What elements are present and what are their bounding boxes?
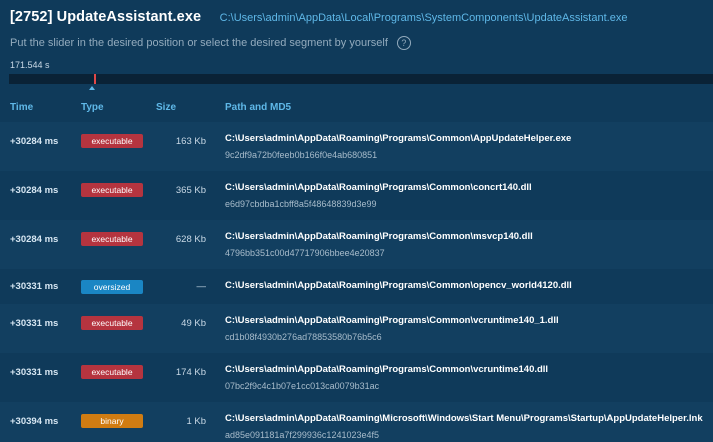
column-header-path[interactable]: Path and MD5: [225, 102, 291, 113]
header: [2752] UpdateAssistant.exe C:\Users\admi…: [10, 8, 707, 30]
row-size: 49 Kb: [181, 318, 206, 329]
row-path: C:\Users\admin\AppData\Roaming\Programs\…: [225, 133, 572, 144]
table-row[interactable]: +30331 ms executable 49 Kb C:\Users\admin\A…: [0, 304, 713, 353]
row-time: +30331 ms: [10, 318, 59, 329]
table-row[interactable]: +30284 ms executable 163 Kb C:\Users\admin\…: [0, 122, 713, 171]
row-size: 628 Kb: [175, 234, 206, 245]
slider-hint: Put the slider in the desired position o…: [10, 36, 411, 50]
row-md5: 07bc2f9c4c1b07e1cc013ca0079b31ac: [225, 381, 380, 391]
type-badge: oversized: [81, 280, 143, 294]
slider-hint-text: Put the slider in the desired position o…: [10, 37, 388, 49]
type-badge: binary: [81, 414, 143, 428]
type-badge: executable: [81, 183, 143, 197]
table-row[interactable]: +30331 ms executable 174 Kb C:\Users\admin\…: [0, 353, 713, 402]
column-header-type[interactable]: Type: [81, 102, 104, 113]
table-row[interactable]: +30331 ms oversized — C:\Users\admin\AppDat…: [0, 269, 713, 304]
timeline-caret-icon[interactable]: [89, 86, 95, 90]
row-md5: 9c2df9a72b0feeb0b166f0e4ab680851: [225, 150, 378, 160]
column-header-size[interactable]: Size: [156, 102, 176, 113]
row-time: +30394 ms: [10, 416, 59, 427]
row-size: 174 Kb: [175, 367, 206, 378]
type-badge: executable: [81, 232, 143, 246]
row-path: C:\Users\admin\AppData\Roaming\Microsoft…: [225, 413, 703, 424]
timeline-duration-label: 171.544 s: [10, 60, 50, 70]
process-path-link[interactable]: C:\Users\admin\AppData\Local\Programs\Sy…: [220, 12, 628, 24]
row-size: 365 Kb: [175, 185, 206, 196]
row-md5: 4796bb351c00d47717906bbee4e20837: [225, 248, 385, 258]
row-path: C:\Users\admin\AppData\Roaming\Programs\…: [225, 182, 532, 193]
row-size: 163 Kb: [175, 136, 206, 147]
row-time: +30284 ms: [10, 234, 59, 245]
row-md5: cd1b08f4930b276ad78853580b76b5c6: [225, 332, 382, 342]
timeline-event-marker: [94, 74, 96, 84]
type-badge: executable: [81, 134, 143, 148]
type-badge: executable: [81, 316, 143, 330]
row-size: —: [196, 281, 207, 292]
row-md5: ad85e091181a7f299936c1241023e4f5: [225, 430, 379, 440]
table-row[interactable]: +30284 ms executable 628 Kb C:\Users\admin\…: [0, 220, 713, 269]
row-path: C:\Users\admin\AppData\Roaming\Programs\…: [225, 315, 559, 326]
row-time: +30331 ms: [10, 281, 59, 292]
table-row[interactable]: +30284 ms executable 365 Kb C:\Users\admin\…: [0, 171, 713, 220]
help-icon[interactable]: ?: [396, 36, 411, 50]
row-size: 1 Kb: [186, 416, 206, 427]
process-title: [2752] UpdateAssistant.exe: [10, 9, 202, 25]
table-row[interactable]: +30394 ms binary 1 Kb C:\Users\admin\AppDat…: [0, 402, 713, 442]
row-md5: e6d97cbdba1cbff8a5f48648839d3e99: [225, 199, 377, 209]
row-time: +30284 ms: [10, 136, 59, 147]
row-time: +30331 ms: [10, 367, 59, 378]
row-path: C:\Users\admin\AppData\Roaming\Programs\…: [225, 364, 549, 375]
type-badge: executable: [81, 365, 143, 379]
table-header: Time Type Size Path and MD5: [0, 98, 713, 120]
row-path: C:\Users\admin\AppData\Roaming\Programs\…: [225, 231, 533, 242]
row-path: C:\Users\admin\AppData\Roaming\Programs\…: [225, 280, 572, 291]
column-header-time[interactable]: Time: [10, 102, 33, 113]
row-time: +30284 ms: [10, 185, 59, 196]
timeline-slider[interactable]: [9, 74, 713, 84]
